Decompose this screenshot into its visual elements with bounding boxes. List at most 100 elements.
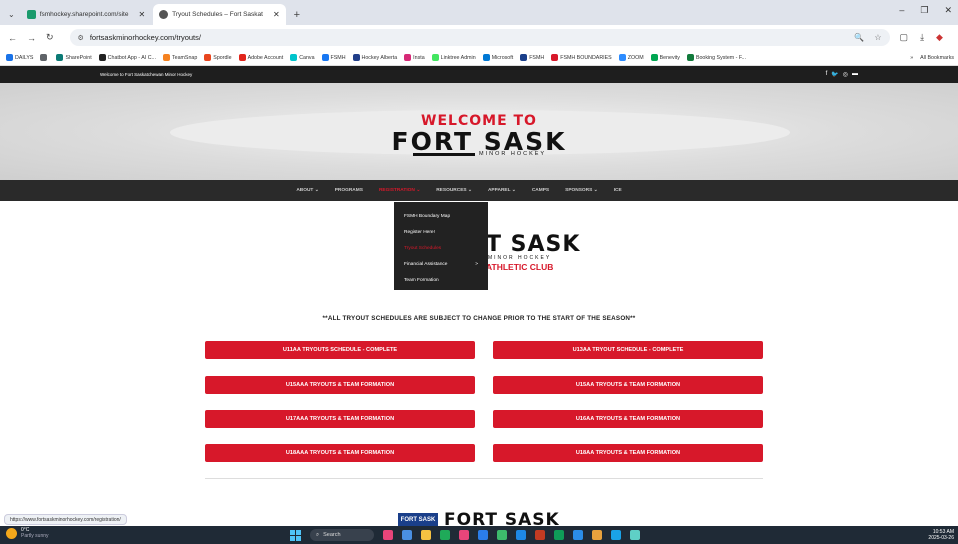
download-icon[interactable]: ⤓ <box>920 32 924 43</box>
taskbar-app-icon[interactable] <box>440 530 450 540</box>
bookmark-item[interactable]: FSMH BOUNDARIES <box>551 54 612 61</box>
close-tab-icon[interactable]: ✕ <box>273 10 280 19</box>
bookmark-item[interactable]: DAILYS <box>6 54 33 61</box>
dropdown-item-label: Financial Assistance <box>404 261 448 267</box>
taskbar-app-icon[interactable] <box>611 530 621 540</box>
nav-item[interactable]: SPONSORS ⌄ <box>565 188 598 193</box>
bookmark-item[interactable]: ZOOM <box>618 54 644 61</box>
nav-item[interactable]: CAMPS <box>532 188 549 193</box>
dropdown-item[interactable]: FSMH Boundary Map <box>394 208 488 224</box>
twitter-icon[interactable]: 🐦 <box>831 71 838 78</box>
minimize-icon[interactable]: – <box>899 5 904 16</box>
schedule-button[interactable]: U15AA TRYOUTS & TEAM FORMATION <box>493 376 763 394</box>
schedule-button[interactable]: U17AAA TRYOUTS & TEAM FORMATION <box>205 410 475 428</box>
back-icon[interactable]: ← <box>8 33 17 43</box>
tab-tryout-schedules[interactable]: Tryout Schedules – Fort Saskat ✕ <box>153 4 286 25</box>
nav-item[interactable]: PROGRAMS <box>335 188 363 193</box>
instagram-icon[interactable]: ◎ <box>843 71 848 78</box>
dropdown-item[interactable]: Financial Assistance > <box>394 256 488 272</box>
bookmark-item[interactable]: Booking System - F... <box>686 54 746 61</box>
bookmark-favicon-icon <box>686 54 694 61</box>
youtube-icon[interactable]: ▬ <box>852 71 858 78</box>
sharepoint-favicon-icon <box>26 10 36 19</box>
url-field[interactable]: ⚙ fortsaskminorhockey.com/tryouts/ 🔍 ☆ <box>69 29 890 46</box>
start-icon[interactable] <box>290 529 301 541</box>
dropdown-item[interactable]: Team Formation <box>394 272 488 288</box>
facebook-icon[interactable]: f <box>826 71 828 78</box>
dropdown-item[interactable]: Register Here! <box>394 224 488 240</box>
tab-search-menu-icon[interactable]: ⌄ <box>4 4 19 25</box>
taskbar-app-icon[interactable] <box>421 530 431 540</box>
bookmark-item[interactable]: Microsoft <box>482 54 513 61</box>
bookmarks-overflow[interactable]: » <box>910 55 913 61</box>
bookmark-item[interactable]: Insta <box>404 54 425 61</box>
bookmark-item[interactable]: Canva <box>290 54 315 61</box>
taskbar-app-icon[interactable] <box>630 530 640 540</box>
taskbar-app-icon[interactable] <box>516 530 526 540</box>
club-logo-athletic-club: ATHLETIC CLUB <box>486 262 554 272</box>
bookmark-favicon-icon <box>352 54 360 61</box>
nav-item[interactable]: ICE <box>614 188 622 193</box>
dropdown-item[interactable]: Tryout Schedules <box>394 240 488 256</box>
taskbar-app-icon[interactable] <box>497 530 507 540</box>
taskbar-app-icon[interactable] <box>573 530 583 540</box>
schedule-notice: **ALL TRYOUT SCHEDULES ARE SUBJECT TO CH… <box>322 315 636 322</box>
taskbar-app-icon[interactable] <box>383 530 393 540</box>
bookmark-item[interactable]: Linktree Admin <box>431 54 476 61</box>
taskbar-app-icon[interactable] <box>592 530 602 540</box>
bookmark-item[interactable] <box>40 54 49 61</box>
registration-dropdown: FSMH Boundary Map Register Here! Tryout Sc… <box>394 202 488 290</box>
bookmark-item[interactable]: Adobe Account <box>238 54 284 61</box>
bookmark-item[interactable]: Spordle <box>204 54 232 61</box>
taskbar-search[interactable]: ⌕ Search <box>310 529 374 541</box>
schedule-button[interactable]: U11AA TRYOUTS SCHEDULE - COMPLETE <box>205 341 475 359</box>
site-top-strip: Welcome to Fort Saskatchewan Minor Hocke… <box>0 66 958 83</box>
bookmark-item[interactable]: Benevity <box>650 54 680 61</box>
restore-icon[interactable]: ❐ <box>920 5 928 16</box>
nav-item[interactable]: ABOUT ⌄ <box>296 188 318 193</box>
profile-icon[interactable]: ◆ <box>936 32 943 43</box>
taskbar-app-icon[interactable] <box>402 530 412 540</box>
close-window-icon[interactable]: ✕ <box>944 5 952 16</box>
extensions-icon[interactable]: ▢ <box>900 32 909 43</box>
bookmark-item[interactable]: Chatbot App - AI C... <box>98 54 156 61</box>
system-clock[interactable]: 10:53 AM 2025-03-26 <box>928 529 954 541</box>
weather-widget[interactable]: 0°C Partly sunny <box>6 527 49 539</box>
bookmark-favicon-icon <box>321 54 329 61</box>
bookmark-item[interactable]: Hockey Alberta <box>352 54 398 61</box>
taskbar-app-icon[interactable] <box>478 530 488 540</box>
bookmark-label: Hockey Alberta <box>361 54 398 61</box>
bookmark-favicon-icon <box>204 54 212 61</box>
bookmark-favicon-icon <box>238 54 246 61</box>
nav-item[interactable]: APPAREL ⌄ <box>488 188 516 193</box>
bookmark-item[interactable]: FSMH <box>321 54 346 61</box>
bookmark-favicon-icon <box>520 54 528 61</box>
bookmark-favicon-icon <box>290 54 298 61</box>
all-bookmarks-folder[interactable]: All Bookmarks <box>920 55 958 61</box>
site-info-icon[interactable]: ⚙ <box>78 34 84 42</box>
forward-icon[interactable]: → <box>27 33 36 43</box>
bookmark-item[interactable]: TeamSnap <box>162 54 197 61</box>
schedule-button[interactable]: U15AAA TRYOUTS & TEAM FORMATION <box>205 376 475 394</box>
reload-icon[interactable]: ↻ <box>46 32 54 43</box>
bookmark-label: Adobe Account <box>247 54 284 61</box>
schedule-button[interactable]: U18AAA TRYOUTS & TEAM FORMATION <box>205 444 475 462</box>
new-tab-button[interactable]: + <box>290 4 304 25</box>
address-bar-row: ← → ↻ ⚙ fortsaskminorhockey.com/tryouts/… <box>0 25 958 50</box>
nav-item[interactable]: REGISTRATION ⌄ <box>379 188 420 193</box>
schedule-button[interactable]: U16AA TRYOUTS & TEAM FORMATION <box>493 410 763 428</box>
nav-item[interactable]: RESOURCES ⌄ <box>436 188 472 193</box>
schedule-button[interactable]: U13AA TRYOUT SCHEDULE - COMPLETE <box>493 341 763 359</box>
tab-bar: ⌄ fsmhockey.sharepoint.com/site ✕ Tryout… <box>0 0 958 25</box>
tab-sharepoint[interactable]: fsmhockey.sharepoint.com/site ✕ <box>21 4 151 25</box>
zoom-icon[interactable]: 🔍 <box>854 33 864 42</box>
schedule-button[interactable]: U18AA TRYOUTS & TEAM FORMATION <box>493 444 763 462</box>
taskbar-app-icon[interactable] <box>554 530 564 540</box>
bookmark-item[interactable]: FSMH <box>520 54 544 61</box>
bookmark-item[interactable]: SharePoint <box>56 54 92 61</box>
close-tab-icon[interactable]: ✕ <box>138 10 145 19</box>
taskbar-app-icon[interactable] <box>459 530 469 540</box>
taskbar-app-icon[interactable] <box>535 530 545 540</box>
main-nav: ABOUT ⌄ PROGRAMS REGISTRATION ⌄ RESOURCES ⌄… <box>0 180 958 201</box>
bookmark-star-icon[interactable]: ☆ <box>874 33 881 42</box>
